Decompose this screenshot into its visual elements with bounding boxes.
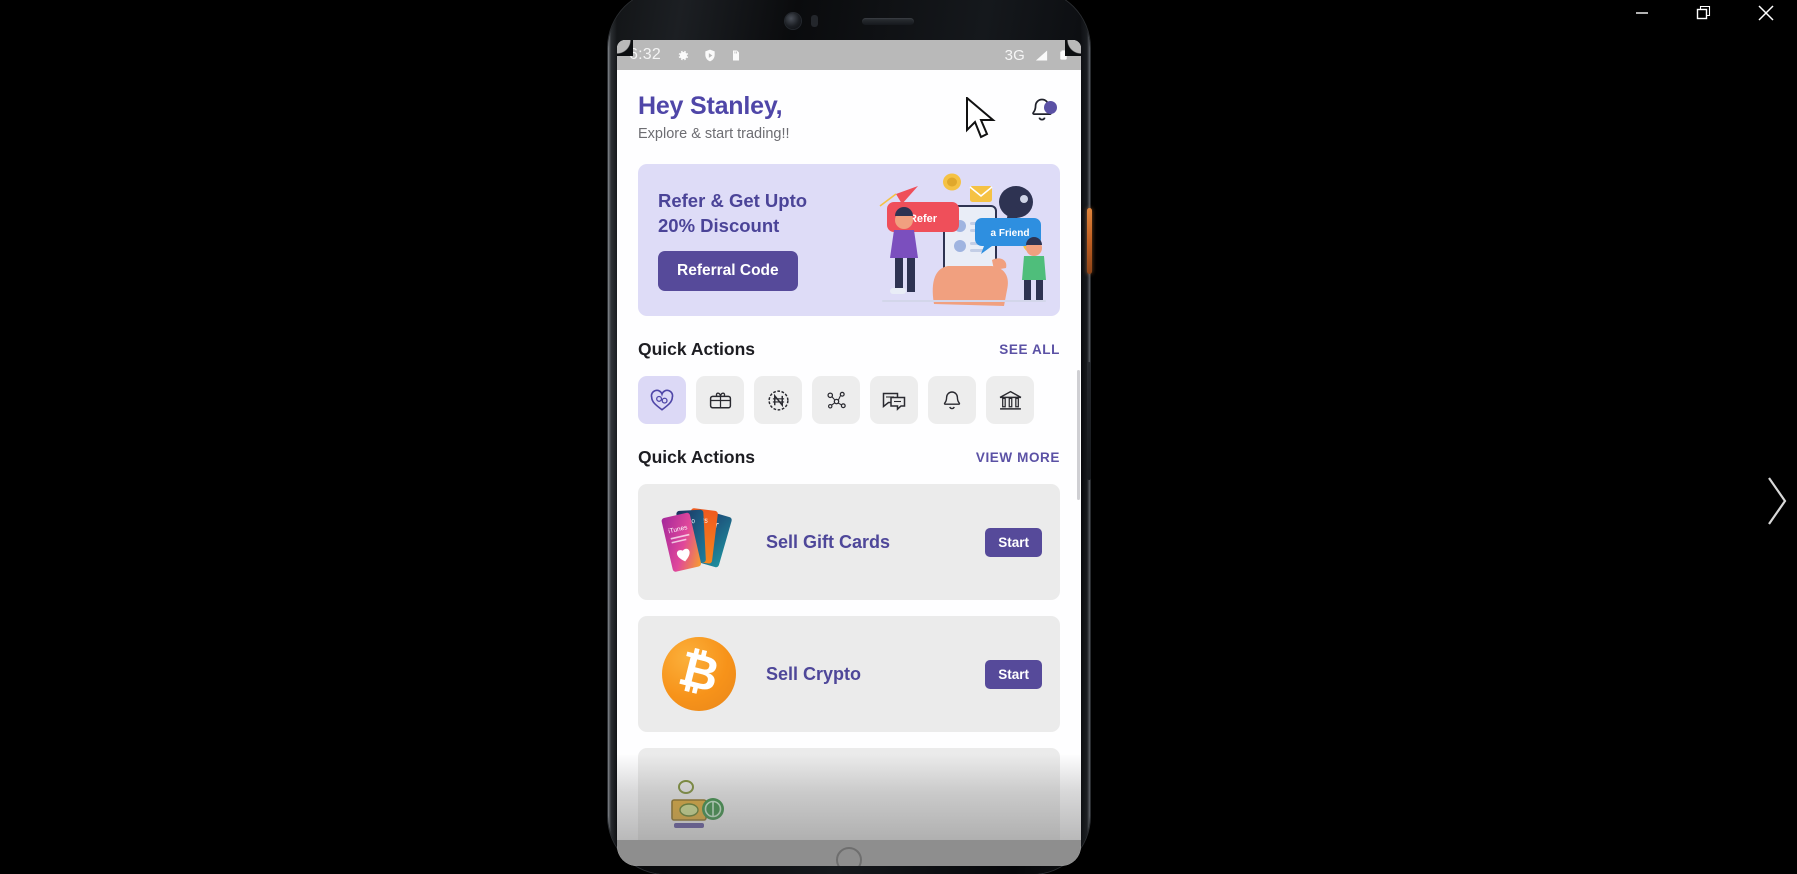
- earpiece-speaker-icon: [861, 17, 914, 25]
- edge-expand-handle[interactable]: [1765, 470, 1795, 532]
- section-title-quick-actions-1: Quick Actions: [638, 339, 756, 359]
- close-icon: [1758, 5, 1774, 21]
- quick-action-tile-bank[interactable]: [986, 376, 1034, 424]
- quick-action-tile-network-nodes[interactable]: [812, 376, 860, 424]
- restore-button[interactable]: [1673, 0, 1735, 26]
- sd-card-icon: [732, 50, 739, 60]
- referral-text-group: Refer & Get Upto 20% Discount Referral C…: [638, 189, 849, 291]
- chat-bubbles-icon: [882, 392, 906, 411]
- quick-actions-strip-header: Quick Actions SEE ALL: [638, 339, 1060, 360]
- status-bar: 6:32 3G: [617, 40, 1081, 70]
- content-scrollbar[interactable]: [1077, 370, 1080, 500]
- start-button-gift-cards[interactable]: Start: [985, 527, 1042, 557]
- phone-device-frame: 6:32 3G Hey Stanley, Explore & start tra…: [608, 0, 1092, 874]
- front-camera-icon: [784, 13, 801, 29]
- cash-money-icon: [671, 780, 724, 828]
- bitcoin-icon: ₿: [662, 637, 736, 711]
- notifications-button[interactable]: [1026, 95, 1060, 129]
- page-subtitle: Explore & start trading!!: [638, 126, 790, 142]
- gift-heart-icon: [650, 389, 674, 411]
- status-bar-right-icons: 3G: [1005, 47, 1069, 64]
- notification-badge: [1044, 101, 1057, 114]
- naira-coin-icon: [767, 389, 789, 411]
- refer-a-friend-illustration: Refer a Friend: [879, 173, 1046, 306]
- close-button[interactable]: [1735, 0, 1797, 26]
- header-text-group: Hey Stanley, Explore & start trading!!: [638, 92, 790, 142]
- gift-card-icon: [709, 392, 731, 409]
- referral-banner[interactable]: Refer & Get Upto 20% Discount Referral C…: [638, 164, 1060, 316]
- bitcoin-art: ₿: [656, 637, 742, 711]
- see-all-link[interactable]: SEE ALL: [999, 342, 1060, 357]
- header-row: Hey Stanley, Explore & start trading!!: [638, 70, 1060, 142]
- restore-icon: [1696, 5, 1711, 20]
- battery-icon: [1060, 50, 1067, 60]
- android-nav-bar: [617, 840, 1081, 866]
- proximity-sensor-icon: [810, 15, 818, 27]
- status-bar-left-icons: [675, 48, 742, 63]
- gear-icon: [678, 50, 689, 60]
- quick-actions-list-header: Quick Actions VIEW MORE: [638, 447, 1060, 468]
- cash-money-art: [656, 778, 742, 834]
- service-card-label: Sell Crypto: [766, 663, 862, 684]
- view-more-link[interactable]: VIEW MORE: [976, 450, 1060, 465]
- quick-action-tile-bell[interactable]: [928, 376, 976, 424]
- power-button[interactable]: [1087, 208, 1092, 274]
- referral-title: Refer & Get Upto 20% Discount: [658, 190, 808, 236]
- gift-cards-fan-icon: iT $25 $50 iTunes: [661, 508, 732, 572]
- volume-rocker-button[interactable]: [1087, 362, 1091, 480]
- bank-icon: [999, 390, 1021, 410]
- shield-icon: [705, 49, 715, 61]
- quick-action-tile-chat[interactable]: [870, 376, 918, 424]
- service-card-third-partial[interactable]: [638, 748, 1060, 840]
- svg-text:Refer: Refer: [909, 213, 938, 225]
- service-card-sell-crypto[interactable]: ₿ Sell Crypto Start: [638, 616, 1060, 732]
- service-card-label: Sell Gift Cards: [766, 531, 891, 552]
- network-type-label: 3G: [1004, 46, 1025, 64]
- home-button[interactable]: [836, 847, 862, 866]
- page-title: Hey Stanley,: [638, 92, 783, 120]
- app-content: Hey Stanley, Explore & start trading!! R…: [617, 70, 1081, 840]
- chevron-right-icon: [1768, 477, 1787, 525]
- svg-text:a Friend: a Friend: [991, 228, 1030, 239]
- gift-cards-fan-art: iT $25 $50 iTunes: [656, 500, 742, 584]
- bitcoin-glyph: ₿: [673, 640, 726, 704]
- service-card-sell-gift-cards[interactable]: iT $25 $50 iTunes: [638, 484, 1060, 600]
- section-title-quick-actions-2: Quick Actions: [638, 447, 756, 467]
- referral-code-button[interactable]: Referral Code: [658, 250, 798, 291]
- quick-action-tile-gift-heart[interactable]: [638, 376, 686, 424]
- quick-actions-icon-strip[interactable]: [638, 376, 1060, 424]
- network-nodes-icon: [826, 391, 846, 408]
- status-bar-clock: 6:32: [629, 46, 661, 63]
- phone-screen: 6:32 3G Hey Stanley, Explore & start tra…: [617, 40, 1081, 866]
- minimize-button[interactable]: [1611, 0, 1673, 26]
- signal-icon: [1035, 50, 1048, 60]
- phone-top-sensors: [608, 6, 1090, 36]
- minimize-icon: [1636, 12, 1648, 14]
- window-controls: [1537, 0, 1797, 34]
- start-button-crypto[interactable]: Start: [985, 659, 1042, 689]
- quick-action-tile-gift-card[interactable]: [696, 376, 744, 424]
- bell-icon: [943, 390, 961, 409]
- quick-action-tile-naira-coin[interactable]: [754, 376, 802, 424]
